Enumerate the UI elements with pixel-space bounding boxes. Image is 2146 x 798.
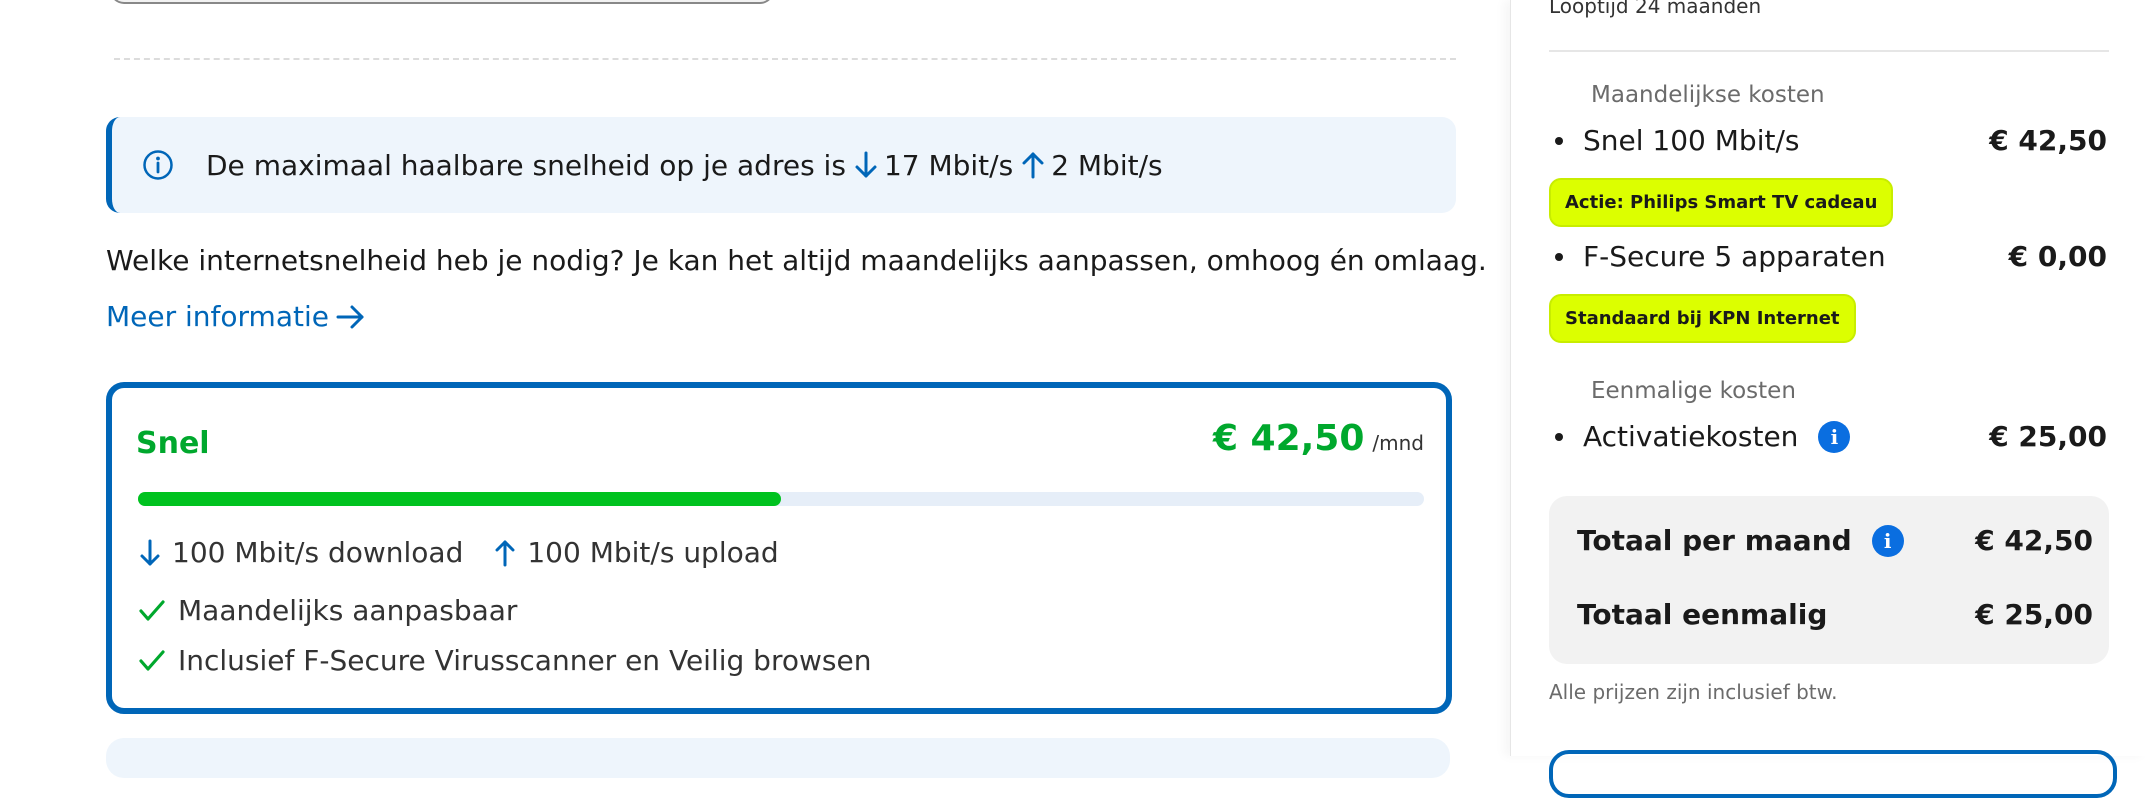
- arrow-up-icon: [1019, 150, 1047, 180]
- card-price: € 42,50 /mnd: [1213, 418, 1424, 459]
- line-value: € 42,50: [1989, 124, 2107, 157]
- summary-line-item: Activatiekosten i € 25,00: [1551, 420, 2107, 453]
- summary-line-item: Snel 100 Mbit/s € 42,50: [1551, 124, 2107, 157]
- line-label: Activatiekosten: [1583, 420, 1799, 453]
- more-info-label: Meer informatie: [106, 300, 329, 333]
- arrow-right-icon: [336, 305, 364, 328]
- totals-box: Totaal per maand i € 42,50 Totaal eenmali…: [1549, 496, 2109, 664]
- arrow-down-icon: [140, 539, 160, 565]
- contract-duration: Looptijd 24 maanden: [1549, 0, 1762, 18]
- speed-question: Welke internetsnelheid heb je nodig? Je …: [106, 244, 1487, 277]
- info-text: De maximaal haalbare snelheid op je adre…: [206, 148, 846, 182]
- card-title: Snel: [136, 426, 210, 461]
- line-label: F-Secure 5 apparaten: [1583, 240, 1886, 273]
- line-value: € 0,00: [2008, 240, 2107, 273]
- info-icon[interactable]: i: [1871, 524, 1904, 557]
- speed-option-card-snel[interactable]: Snel € 42,50 /mnd 100 Mbit/s download 10…: [106, 382, 1452, 714]
- speed-bar: [138, 492, 1424, 506]
- line-value: € 25,00: [1989, 420, 2107, 453]
- feature-label: Inclusief F-Secure Virusscanner en Veili…: [178, 644, 872, 677]
- feature-item: Inclusief F-Secure Virusscanner en Veili…: [138, 644, 871, 677]
- total-per-month-row: Totaal per maand i € 42,50: [1577, 524, 2093, 557]
- order-button[interactable]: [1549, 750, 2117, 798]
- check-icon: [139, 649, 165, 671]
- total-once-row: Totaal eenmalig € 25,00: [1577, 598, 2093, 631]
- upload-speed: 100 Mbit/s upload: [493, 536, 779, 569]
- more-info-link[interactable]: Meer informatie: [106, 300, 367, 333]
- promo-badge: Actie: Philips Smart TV cadeau: [1549, 178, 1894, 227]
- download-label: 100 Mbit/s download: [172, 536, 464, 569]
- arrow-up-icon: [495, 540, 515, 566]
- summary-line-item: F-Secure 5 apparaten € 0,00: [1551, 240, 2107, 273]
- card-price-period: /mnd: [1372, 431, 1424, 455]
- card-price-amount: € 42,50: [1212, 418, 1365, 459]
- bullet: [1555, 136, 1563, 145]
- card-speeds: 100 Mbit/s download 100 Mbit/s upload: [138, 536, 809, 569]
- total-once-value: € 25,00: [1975, 598, 2093, 631]
- arrow-down-icon: [852, 150, 880, 180]
- info-icon: [142, 149, 174, 181]
- order-summary-panel: Looptijd 24 maanden Maandelijkse kosten …: [1510, 0, 2146, 798]
- standard-badge: Standaard bij KPN Internet: [1549, 294, 1856, 343]
- main-content: De maximaal haalbare snelheid op je adre…: [0, 0, 1510, 778]
- info-icon[interactable]: i: [1818, 420, 1851, 453]
- summary-divider: [1549, 50, 2109, 52]
- bullet: [1555, 252, 1563, 261]
- feature-item: Maandelijks aanpasbaar: [138, 594, 517, 627]
- total-month-label: Totaal per maand: [1577, 524, 1852, 557]
- dashed-divider: [114, 58, 1456, 60]
- speed-bar-fill: [138, 492, 781, 506]
- onetime-costs-header: Eenmalige kosten: [1591, 378, 1796, 404]
- check-icon: [139, 599, 165, 621]
- line-label: Snel 100 Mbit/s: [1583, 124, 1800, 157]
- monthly-costs-header: Maandelijkse kosten: [1591, 82, 1825, 108]
- vat-note: Alle prijzen zijn inclusief btw.: [1549, 680, 1838, 704]
- max-speed-info-banner: De maximaal haalbare snelheid op je adre…: [106, 117, 1456, 213]
- input-field-remnant[interactable]: [110, 0, 774, 4]
- total-once-label: Totaal eenmalig: [1577, 598, 1828, 631]
- bullet: [1555, 432, 1563, 441]
- download-speed: 100 Mbit/s download: [138, 536, 463, 569]
- feature-label: Maandelijks aanpasbaar: [178, 594, 518, 627]
- info-upload: 2 Mbit/s: [1051, 148, 1163, 182]
- next-speed-option-card[interactable]: [106, 738, 1450, 778]
- info-download: 17 Mbit/s: [883, 148, 1014, 182]
- total-month-value: € 42,50: [1975, 524, 2093, 557]
- upload-label: 100 Mbit/s upload: [527, 536, 779, 569]
